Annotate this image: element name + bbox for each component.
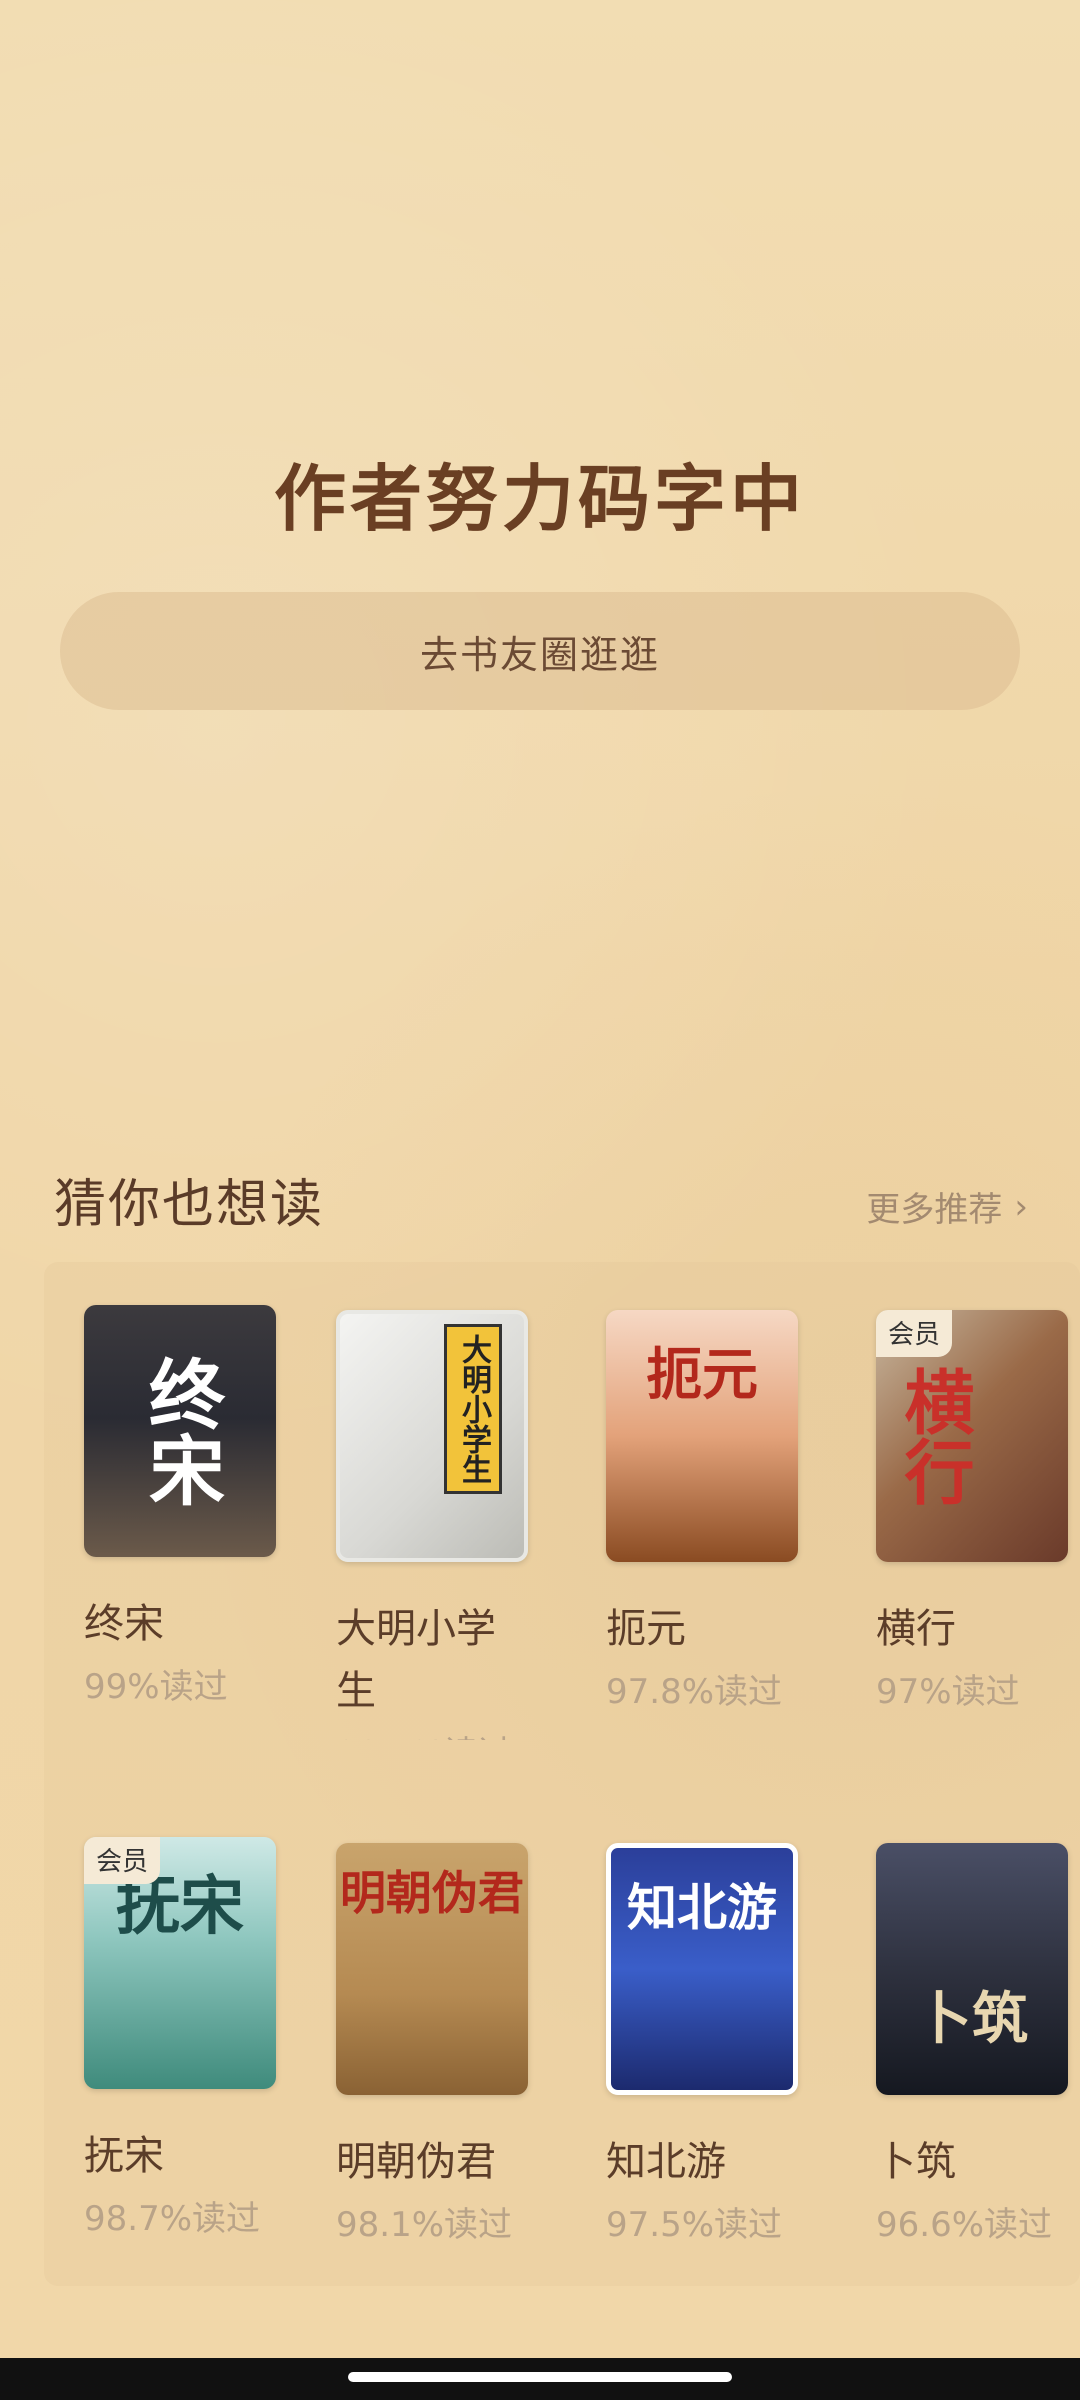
book-read-rate: 98.7%读过 — [84, 2199, 261, 2239]
book-cover[interactable]: 会员 横行 — [876, 1310, 1068, 1562]
cover-title: 终宋 — [136, 1355, 225, 1507]
book-cover[interactable]: 大明小学生 — [336, 1310, 528, 1562]
vip-badge: 会员 — [84, 1837, 161, 1884]
book-cover[interactable]: 终宋 — [84, 1305, 276, 1557]
cover-title: 卜筑 — [916, 1986, 1028, 2052]
book-title[interactable]: 知北游 — [606, 2131, 798, 2193]
book-title[interactable]: 横行 — [876, 1598, 1068, 1660]
book-card[interactable]: 会员 横行 横行 97%读过 — [876, 1310, 1068, 1713]
book-cover[interactable]: 扼元 — [606, 1310, 798, 1562]
book-card[interactable]: 扼元 扼元 97.8%读过 — [606, 1310, 798, 1713]
cover-title: 横行 — [893, 1366, 976, 1506]
book-card[interactable]: 终宋 终宋 99%读过 — [84, 1305, 276, 1708]
book-cover[interactable]: 卜筑 — [876, 1843, 1068, 2095]
book-card[interactable]: 会员 抚宋 抚宋 98.7%读过 — [84, 1837, 276, 2240]
book-card[interactable]: 大明小学生 大明小学生 98.4%读过 — [336, 1310, 528, 1740]
book-read-rate: 98.4%读过 — [336, 1726, 528, 1740]
book-title[interactable]: 抚宋 — [84, 2125, 276, 2187]
book-title[interactable]: 大明小学生 — [336, 1598, 516, 1722]
book-title[interactable]: 扼元 — [606, 1598, 798, 1660]
cover-title: 知北游 — [627, 1878, 777, 1937]
cover-title-plate: 大明小学生 — [444, 1324, 502, 1494]
cover-title: 明朝伪君 — [340, 1866, 524, 1920]
book-cover[interactable]: 明朝伪君 — [336, 1843, 528, 2095]
book-read-rate: 96.6%读过 — [876, 2205, 1053, 2245]
book-cover[interactable]: 知北游 — [606, 1843, 798, 2095]
book-read-rate: 97.8%读过 — [606, 1672, 783, 1712]
book-title[interactable]: 终宋 — [84, 1593, 276, 1655]
book-read-rate: 99%读过 — [84, 1667, 228, 1707]
book-cover[interactable]: 会员 抚宋 — [84, 1837, 276, 2089]
book-card[interactable]: 知北游 知北游 97.5%读过 — [606, 1843, 798, 2246]
book-card[interactable]: 卜筑 卜筑 96.6%读过 — [876, 1843, 1068, 2246]
more-recommend-label: 更多推荐 — [866, 1190, 1003, 1230]
empty-state-headline: 作者努力码字中 — [273, 457, 806, 541]
vip-badge: 会员 — [876, 1310, 953, 1357]
book-title[interactable]: 卜筑 — [876, 2131, 1068, 2193]
cover-title: 扼元 — [646, 1342, 758, 1408]
go-to-circle-button[interactable]: 去书友圈逛逛 — [60, 592, 1020, 710]
home-indicator[interactable] — [348, 2372, 732, 2382]
chevron-right-icon: › — [1014, 1186, 1028, 1227]
book-card[interactable]: 明朝伪君 明朝伪君 98.1%读过 — [336, 1843, 528, 2246]
book-read-rate: 97%读过 — [876, 1672, 1020, 1712]
cover-title: 大明小学生 — [456, 1334, 491, 1484]
section-title: 猜你也想读 — [54, 1175, 325, 1235]
book-read-rate: 98.1%读过 — [336, 2205, 513, 2245]
book-read-rate: 97.5%读过 — [606, 2205, 783, 2245]
book-title[interactable]: 明朝伪君 — [336, 2131, 528, 2193]
more-recommend-link[interactable]: 更多推荐 › — [866, 1182, 1028, 1231]
